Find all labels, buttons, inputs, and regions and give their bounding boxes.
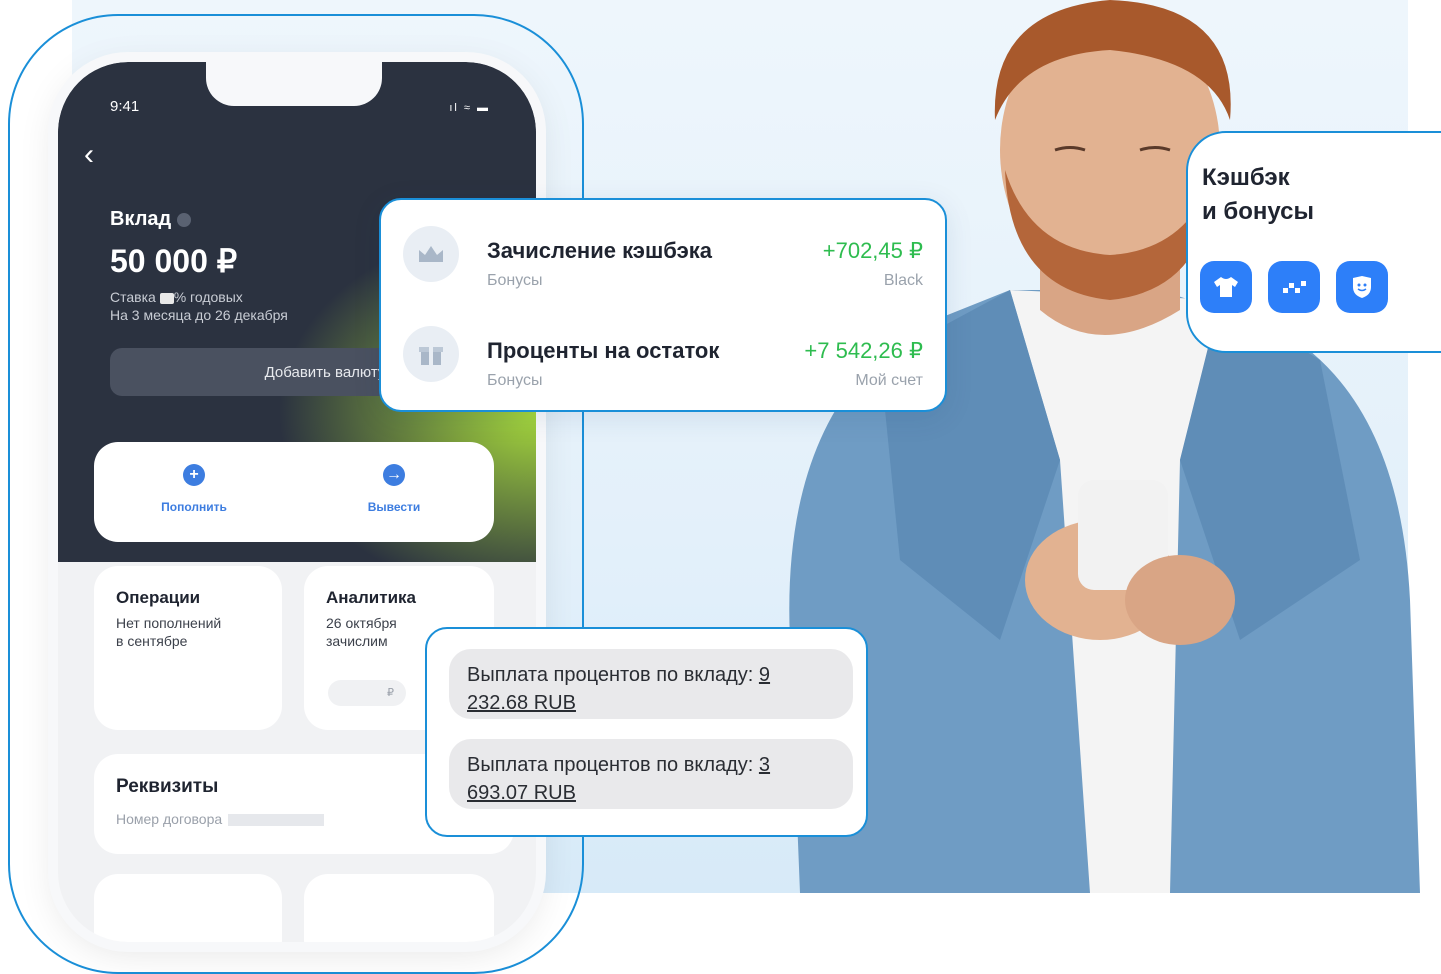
deposit-title-text: Вклад bbox=[110, 208, 172, 230]
arrow-right-icon: → bbox=[383, 464, 405, 486]
bonus-title: Кэшбэк и бонусы bbox=[1202, 161, 1314, 229]
sms-bubble: Выплата процентов по вкладу: 3 693.07 RU… bbox=[449, 739, 853, 809]
operations-text: Нет пополнений в сентябре bbox=[116, 614, 221, 650]
sms-amount-part1[interactable]: 9 bbox=[759, 664, 770, 686]
action-bar: + Пополнить → Вывести bbox=[94, 442, 494, 542]
operations-card[interactable]: Операции Нет пополнений в сентябре bbox=[94, 566, 282, 730]
crown-icon bbox=[403, 226, 459, 282]
sms-amount-part1[interactable]: 3 bbox=[759, 754, 770, 776]
transaction-amount: +702,45 ₽ bbox=[822, 238, 923, 263]
bottom-card-right[interactable] bbox=[304, 874, 494, 942]
phone-notch bbox=[206, 62, 382, 106]
sms-text: Выплата процентов по вкладу: bbox=[467, 754, 759, 776]
analytics-text-line1: 26 октября bbox=[326, 615, 397, 631]
operations-title: Операции bbox=[116, 588, 201, 607]
status-time: 9:41 bbox=[110, 98, 140, 115]
transaction-meta: Black bbox=[883, 272, 923, 289]
chevron-left-icon[interactable]: ‹ bbox=[84, 138, 94, 172]
transaction-name: Зачисление кэшбэка bbox=[487, 238, 712, 263]
bonus-title-line2: и бонусы bbox=[1202, 198, 1314, 225]
bonus-icons bbox=[1200, 261, 1388, 313]
contract-row: Номер договора bbox=[116, 810, 325, 828]
topup-label: Пополнить bbox=[161, 500, 227, 514]
contract-hidden-value bbox=[228, 814, 325, 827]
shield-icon[interactable] bbox=[1336, 261, 1388, 313]
sms-amount-part2[interactable]: 693.07 RUB bbox=[467, 782, 576, 804]
deposit-rate: Ставка % годовых На 3 месяца до 26 декаб… bbox=[110, 288, 288, 324]
plus-icon: + bbox=[183, 464, 205, 486]
deposit-term: На 3 месяца до 26 декабря bbox=[110, 307, 288, 323]
transaction-amount: +7 542,26 ₽ bbox=[804, 338, 923, 363]
sms-amount-part2[interactable]: 232.68 RUB bbox=[467, 692, 576, 714]
transaction-meta: Мой счет bbox=[855, 372, 923, 389]
analytics-text-line2: зачислим bbox=[326, 633, 388, 649]
cashback-bonus-card: Кэшбэк и бонусы bbox=[1186, 131, 1441, 353]
analytics-text: 26 октября зачислим bbox=[326, 614, 397, 650]
analytics-amount-pill: ₽ bbox=[328, 680, 406, 706]
rate-prefix: Ставка bbox=[110, 289, 156, 305]
deposit-title: Вклад bbox=[110, 208, 192, 231]
edit-icon[interactable] bbox=[177, 212, 192, 227]
contract-label: Номер договора bbox=[116, 811, 223, 827]
tshirt-icon[interactable] bbox=[1200, 261, 1252, 313]
requisites-title: Реквизиты bbox=[116, 776, 219, 797]
cashback-transactions-card: Зачисление кэшбэка Бонусы +702,45 ₽ Blac… bbox=[379, 198, 947, 412]
topup-button[interactable]: + Пополнить bbox=[94, 442, 294, 542]
sms-text: Выплата процентов по вкладу: bbox=[467, 664, 759, 686]
transaction-category: Бонусы bbox=[487, 372, 543, 389]
checker-icon[interactable] bbox=[1268, 261, 1320, 313]
status-icons: ıl ≈ ▬ bbox=[449, 102, 490, 114]
transaction-category: Бонусы bbox=[487, 272, 543, 289]
bonus-title-line1: Кэшбэк bbox=[1202, 164, 1290, 191]
sms-notifications-card: Выплата процентов по вкладу: 9 232.68 RU… bbox=[425, 627, 868, 837]
withdraw-label: Вывести bbox=[367, 500, 421, 514]
transaction-row[interactable]: Проценты на остаток Бонусы +7 542,26 ₽ М… bbox=[381, 308, 945, 389]
rate-hidden-value bbox=[159, 292, 174, 304]
transaction-name: Проценты на остаток bbox=[487, 338, 720, 363]
analytics-title: Аналитика bbox=[326, 588, 416, 607]
gift-icon bbox=[403, 326, 459, 382]
operations-text-line1: Нет пополнений bbox=[116, 615, 222, 631]
transaction-row[interactable]: Зачисление кэшбэка Бонусы +702,45 ₽ Blac… bbox=[381, 208, 945, 289]
sms-bubble: Выплата процентов по вкладу: 9 232.68 RU… bbox=[449, 649, 853, 719]
bottom-card-left[interactable] bbox=[94, 874, 282, 942]
rate-suffix: % годовых bbox=[173, 289, 243, 305]
deposit-amount: 50 000 ₽ bbox=[110, 243, 238, 279]
withdraw-button[interactable]: → Вывести bbox=[294, 442, 494, 542]
operations-text-line2: в сентябре bbox=[116, 633, 188, 649]
